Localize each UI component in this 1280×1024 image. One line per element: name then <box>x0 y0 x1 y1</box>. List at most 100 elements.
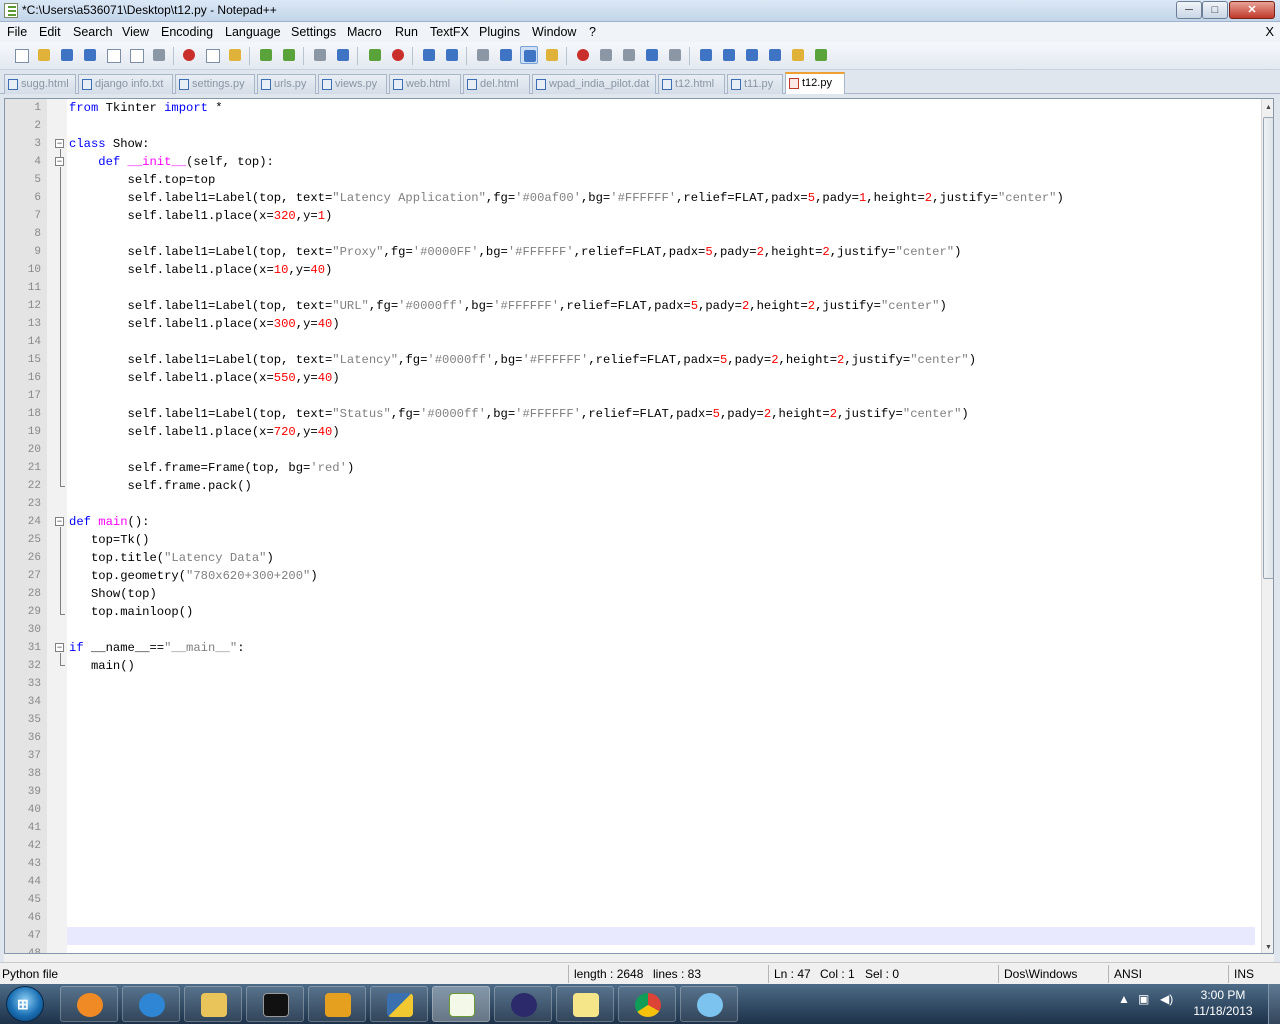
menu-language[interactable]: Language <box>225 25 281 39</box>
code-line[interactable]: self.label1.place(x=550,y=40) <box>69 369 340 387</box>
start-button[interactable]: ⊞ <box>6 986 44 1022</box>
save-icon[interactable] <box>58 46 76 64</box>
close-all-icon[interactable] <box>127 46 145 64</box>
outlook-icon[interactable] <box>308 986 366 1022</box>
notepad-plus-plus-app-icon[interactable] <box>4 3 18 18</box>
indent-guide-icon[interactable] <box>520 46 538 64</box>
volume-icon[interactable]: ◀) <box>1160 992 1173 1006</box>
menu-window[interactable]: Window <box>532 25 576 39</box>
replace-icon[interactable] <box>334 46 352 64</box>
tab-views-py[interactable]: views.py <box>318 74 387 94</box>
code-line[interactable]: self.frame=Frame(top, bg='red') <box>69 459 355 477</box>
code-line[interactable]: top=Tk() <box>69 531 150 549</box>
print-icon[interactable] <box>150 46 168 64</box>
user-defined-dialog-icon[interactable] <box>543 46 561 64</box>
menu-run[interactable]: Run <box>395 25 418 39</box>
code-line[interactable]: self.label1=Label(top, text="Status",fg=… <box>69 405 969 423</box>
tab-sugg-html[interactable]: sugg.html <box>4 74 76 94</box>
scrollbar-thumb[interactable] <box>1263 117 1273 579</box>
code-line[interactable]: self.label1=Label(top, text="Proxy",fg='… <box>69 243 962 261</box>
save-all-icon[interactable] <box>81 46 99 64</box>
copy-icon[interactable] <box>203 46 221 64</box>
menu-encoding[interactable]: Encoding <box>161 25 213 39</box>
eclipse-icon[interactable] <box>494 986 552 1022</box>
close-icon[interactable] <box>104 46 122 64</box>
code-editor[interactable]: 1 2 3 4 5 6 7 8 9 10 11 12 13 14 15 16 17 18 19 20 21 22 23 24 2… <box>4 98 1274 954</box>
cut-icon[interactable] <box>180 46 198 64</box>
code-line[interactable]: self.label1.place(x=300,y=40) <box>69 315 340 333</box>
code-line[interactable]: self.label1.place(x=10,y=40) <box>69 261 333 279</box>
show-desktop-button[interactable] <box>1268 984 1280 1024</box>
maximize-button[interactable]: □ <box>1202 1 1228 19</box>
move-up-icon[interactable] <box>720 46 738 64</box>
word-wrap-icon[interactable] <box>474 46 492 64</box>
sticky-notes-icon[interactable] <box>556 986 614 1022</box>
notepad-plus-plus-icon[interactable] <box>432 986 490 1022</box>
menu-textfx[interactable]: TextFX <box>430 25 469 39</box>
code-line[interactable]: from Tkinter import * <box>69 99 223 117</box>
menu-search[interactable]: Search <box>73 25 113 39</box>
fold-toggle-if[interactable]: − <box>55 643 64 652</box>
code-line[interactable]: class Show: <box>69 135 150 153</box>
code-area[interactable]: from Tkinter import * class Show: def __i… <box>67 99 1257 953</box>
menu-macro[interactable]: Macro <box>347 25 382 39</box>
code-line[interactable]: main() <box>69 657 135 675</box>
zoom-out-icon[interactable] <box>389 46 407 64</box>
code-line[interactable]: self.label1=Label(top, text="Latency",fg… <box>69 351 977 369</box>
new-file-icon[interactable] <box>12 46 30 64</box>
menu-view[interactable]: View <box>122 25 149 39</box>
close-window-button[interactable]: ✕ <box>1229 1 1275 19</box>
menu-plugins[interactable]: Plugins <box>479 25 520 39</box>
stop-recording-icon[interactable] <box>597 46 615 64</box>
menu-edit[interactable]: Edit <box>39 25 61 39</box>
communicator-icon[interactable] <box>680 986 738 1022</box>
find-icon[interactable] <box>311 46 329 64</box>
jump-icon[interactable] <box>766 46 784 64</box>
sync-vertical-icon[interactable] <box>420 46 438 64</box>
sync-horizontal-icon[interactable] <box>443 46 461 64</box>
tab-urls-py[interactable]: urls.py <box>257 74 316 94</box>
menu-help[interactable]: ? <box>589 25 596 39</box>
tab-del-html[interactable]: del.html <box>463 74 530 94</box>
fold-toggle-class[interactable]: − <box>55 139 64 148</box>
save-macro-icon[interactable] <box>666 46 684 64</box>
run-macro-multiple-icon[interactable] <box>643 46 661 64</box>
launch-browser-icon[interactable] <box>789 46 807 64</box>
zoom-in-icon[interactable] <box>366 46 384 64</box>
show-hidden-icons-icon[interactable]: ▲ <box>1118 992 1130 1006</box>
chat-app-icon[interactable] <box>60 986 118 1022</box>
network-icon[interactable]: ▣ <box>1138 992 1149 1006</box>
code-line[interactable]: top.geometry("780x620+300+200") <box>69 567 318 585</box>
tab-t12-py[interactable]: t12.py <box>785 72 845 94</box>
minimize-button[interactable]: ─ <box>1176 1 1202 19</box>
code-line[interactable]: top.title("Latency Data") <box>69 549 274 567</box>
collapse-all-icon[interactable] <box>697 46 715 64</box>
open-file-icon[interactable] <box>35 46 53 64</box>
menu-file[interactable]: File <box>7 25 27 39</box>
undo-icon[interactable] <box>257 46 275 64</box>
internet-explorer-icon[interactable] <box>122 986 180 1022</box>
tab-t11-py[interactable]: t11.py <box>727 74 783 94</box>
code-line[interactable]: Show(top) <box>69 585 157 603</box>
fold-toggle-init[interactable]: − <box>55 157 64 166</box>
fold-toggle-main[interactable]: − <box>55 517 64 526</box>
code-line[interactable]: def main(): <box>69 513 150 531</box>
close-document-button[interactable]: X <box>1265 24 1274 39</box>
vertical-scrollbar[interactable]: ▲ ▼ <box>1261 99 1273 953</box>
code-line[interactable]: if __name__=="__main__": <box>69 639 245 657</box>
code-line[interactable]: def __init__(self, top): <box>69 153 274 171</box>
code-line[interactable]: top.mainloop() <box>69 603 193 621</box>
scroll-up-arrow-icon[interactable]: ▲ <box>1265 104 1272 111</box>
code-line[interactable]: self.top=top <box>69 171 216 189</box>
scroll-down-arrow-icon[interactable]: ▼ <box>1265 944 1272 951</box>
paste-icon[interactable] <box>226 46 244 64</box>
show-all-characters-icon[interactable] <box>497 46 515 64</box>
tab-t12-html[interactable]: t12.html <box>658 74 725 94</box>
system-clock[interactable]: 3:00 PM 11/18/2013 <box>1188 987 1258 1019</box>
spell-check-icon[interactable] <box>812 46 830 64</box>
code-line[interactable]: self.label1=Label(top, text="Latency App… <box>69 189 1064 207</box>
move-down-icon[interactable] <box>743 46 761 64</box>
menu-settings[interactable]: Settings <box>291 25 336 39</box>
code-line[interactable]: self.frame.pack() <box>69 477 252 495</box>
horizontal-scrollbar[interactable] <box>4 954 1274 962</box>
